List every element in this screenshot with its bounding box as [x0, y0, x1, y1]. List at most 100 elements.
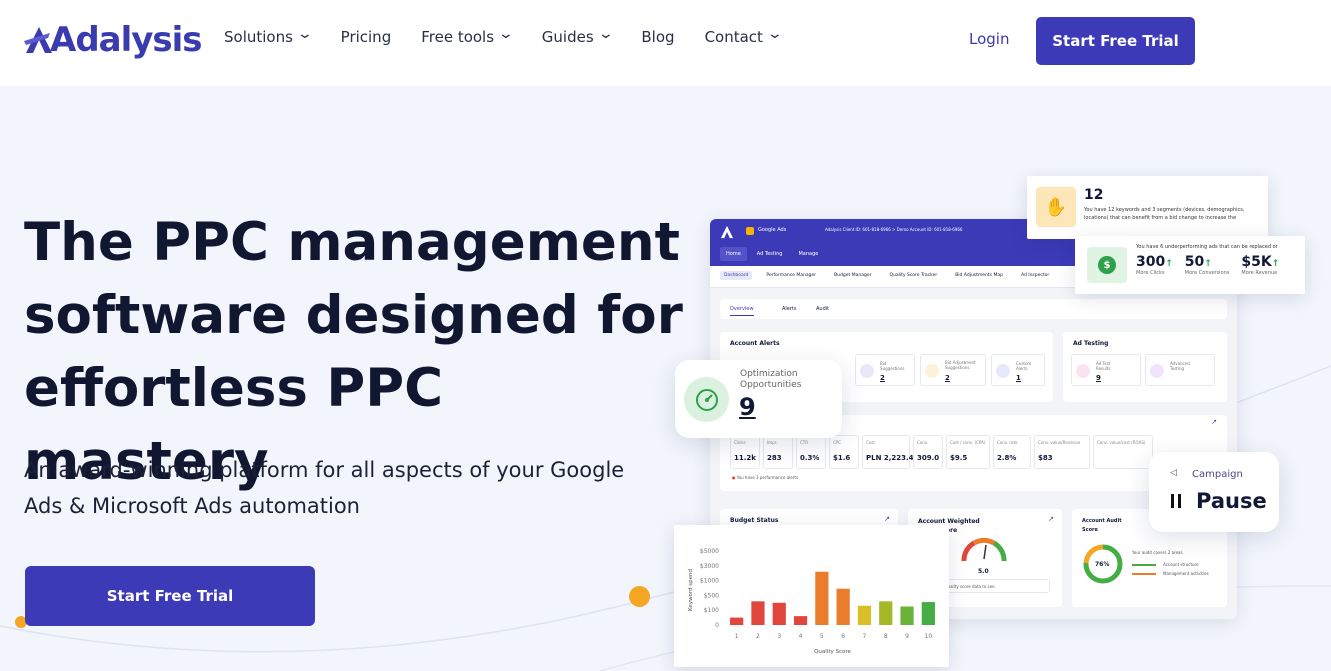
bar-6	[836, 588, 850, 625]
subtab-1[interactable]: Performance Manager	[762, 271, 820, 280]
quality-score-chart-card: 0 $100 $500 $1000 $3000 $5000 Keyword spend 1 2 3…	[674, 525, 949, 667]
hero-subtitle: An award-winning platform for all aspect…	[24, 452, 664, 524]
metric-value: 309.0	[917, 454, 940, 462]
nav-item-guides[interactable]: Guides ⌄	[542, 27, 614, 46]
x-tick-label: 3	[777, 633, 781, 640]
pause-icon	[1170, 494, 1183, 508]
metric-label: Clicks	[734, 440, 746, 445]
y-tick-label: $3000	[700, 563, 719, 570]
expand-icon[interactable]: ↗	[884, 515, 890, 523]
chevron-down-icon: ⌄	[497, 26, 515, 42]
metric-box[interactable]: Cost / conv. (CPA) $9.5	[946, 435, 990, 469]
metric-value: 11.2k	[734, 454, 756, 462]
ad-testing-card: Ad Testing Ad Test Results 9 Advanced Te…	[1063, 332, 1227, 402]
hero-title-line: software designed for	[24, 285, 683, 346]
tab-ad-testing[interactable]: Ad Testing	[751, 247, 789, 261]
bar-10	[921, 602, 935, 625]
bar-4	[793, 616, 808, 625]
alert-bid-suggestions[interactable]: Bid Suggestions 2	[855, 354, 915, 386]
metric-box[interactable]: Conv. 309.0	[913, 435, 943, 469]
metric-label: Cost	[866, 440, 875, 445]
nav-item-pricing[interactable]: Pricing	[341, 28, 392, 46]
site-header: Adalysis Solutions ⌄ Pricing Free tools ⌄ Gui…	[0, 0, 1331, 86]
login-link[interactable]: Login	[969, 30, 1009, 48]
subtab-3[interactable]: Quality Score Tracker	[885, 271, 941, 280]
metric-box[interactable]: Cost PLN 2,223.4k	[862, 435, 918, 469]
perf-alert-note: ● You have 3 performance alerts	[732, 475, 799, 480]
alert-custom[interactable]: Custom Alerts 1	[991, 354, 1045, 386]
hero-subtitle-line: An award-winning platform for all aspect…	[24, 458, 625, 482]
nav-item-blog[interactable]: Blog	[641, 28, 674, 46]
subtab-5[interactable]: Ad Inspector	[1017, 271, 1053, 280]
advanced-testing[interactable]: Advanced Testing	[1145, 354, 1215, 386]
metric-box[interactable]: Conv. rate 2.8%	[993, 435, 1031, 469]
hero-subtitle-line: Ads & Microsoft Ads automation	[24, 494, 360, 518]
tab-alerts[interactable]: Alerts	[782, 306, 797, 312]
tab-audit[interactable]: Audit	[816, 306, 829, 312]
gauge-icon	[961, 537, 1007, 562]
optimization-card[interactable]: Optimization Opportunities 9	[675, 360, 842, 438]
underperforming-ads-card: $ You have 6 underperforming ads that ca…	[1075, 236, 1305, 294]
subtab-4[interactable]: Bid Adjustments Map	[951, 271, 1007, 280]
campaign-pause-card[interactable]: ◁ Campaign Pause	[1149, 452, 1279, 532]
account-alerts-title: Account Alerts	[730, 340, 780, 347]
alert-bid-adjustment[interactable]: Bid Adjustment Suggestions 2	[920, 354, 986, 386]
y-tick-label: $5000	[700, 548, 719, 555]
hero-title-line: The PPC management	[24, 212, 680, 273]
dashboard-logo-icon	[720, 225, 734, 239]
megaphone-icon: ◁	[1170, 468, 1177, 478]
x-tick-label: 7	[863, 633, 867, 640]
ad-stat-value: 300	[1136, 254, 1166, 270]
tab-home[interactable]: Home	[720, 247, 747, 261]
subtab-0[interactable]: Dashboard	[720, 271, 753, 280]
metric-value: $1.6	[833, 454, 851, 462]
x-tick-label: 8	[884, 633, 888, 640]
start-trial-button-header[interactable]: Start Free Trial	[1036, 17, 1195, 65]
ad-stat-label: More Conversions	[1184, 270, 1230, 276]
ad-stat-label: More Clicks	[1136, 270, 1165, 276]
y-tick-label: 0	[715, 622, 719, 629]
subtab-2[interactable]: Budget Manager	[830, 271, 875, 280]
logo[interactable]: Adalysis	[24, 18, 203, 62]
main-nav: Solutions ⌄ Pricing Free tools ⌄ Guides ⌄ Blog C…	[224, 26, 784, 46]
quality-score-chart: 0 $100 $500 $1000 $3000 $5000 Keyword spend 1 2 3…	[688, 548, 935, 655]
nav-item-solutions[interactable]: Solutions ⌄	[224, 26, 314, 46]
ad-stat: 300↑ More Clicks	[1136, 254, 1173, 276]
nav-item-free-tools[interactable]: Free tools ⌄	[421, 26, 515, 46]
tab-overview[interactable]: Overview	[730, 306, 754, 316]
x-tick-label: 6	[841, 633, 845, 640]
bid-suggestion-card: ✋ 12 You have 12 keywords and 3 segments…	[1027, 176, 1268, 239]
arrow-up-icon: ↑	[1271, 259, 1280, 269]
metric-box[interactable]: CTR 0.3%	[796, 435, 826, 469]
expand-icon[interactable]: ↗	[1211, 418, 1217, 426]
audit-bar	[1132, 573, 1156, 575]
metric-box[interactable]: Conv. value/cost (ROAS)	[1093, 435, 1153, 469]
decor-dot	[629, 586, 650, 607]
chevron-down-icon: ⌄	[766, 26, 784, 42]
tab-manage[interactable]: Manage	[792, 247, 824, 261]
x-tick-label: 10	[925, 633, 933, 640]
chevron-down-icon: ⌄	[296, 26, 314, 42]
bar-3	[772, 602, 786, 625]
x-tick-label: 9	[905, 633, 909, 640]
y-tick-label: $500	[704, 592, 719, 599]
metric-value: $83	[1038, 454, 1053, 462]
metric-box[interactable]: Conv. value/Revenue $83	[1034, 435, 1090, 469]
metric-label: Conv. value/Revenue	[1038, 440, 1081, 445]
start-trial-button-hero[interactable]: Start Free Trial	[25, 566, 315, 626]
bar-8	[879, 601, 893, 625]
metric-label: Conv. rate	[997, 440, 1018, 445]
nav-item-contact[interactable]: Contact ⌄	[705, 26, 784, 46]
metric-box[interactable]: CPC $1.6	[829, 435, 859, 469]
metric-box[interactable]: Impr. 283	[763, 435, 793, 469]
ad-stat-value: $5K	[1241, 254, 1272, 270]
x-axis-label: Quality Score	[814, 649, 851, 655]
metric-value: $9.5	[950, 454, 968, 462]
ad-stat: $5K↑ More Revenue	[1241, 254, 1279, 276]
metric-box[interactable]: Clicks 11.2k	[730, 435, 760, 469]
hand-coin-icon: ✋	[1036, 187, 1076, 227]
metric-value: 2.8%	[997, 454, 1017, 462]
expand-icon[interactable]: ↗	[1048, 515, 1054, 523]
ad-test-results[interactable]: Ad Test Results 9	[1071, 354, 1141, 386]
weighted-note-box: quality score data to see	[938, 579, 1050, 593]
